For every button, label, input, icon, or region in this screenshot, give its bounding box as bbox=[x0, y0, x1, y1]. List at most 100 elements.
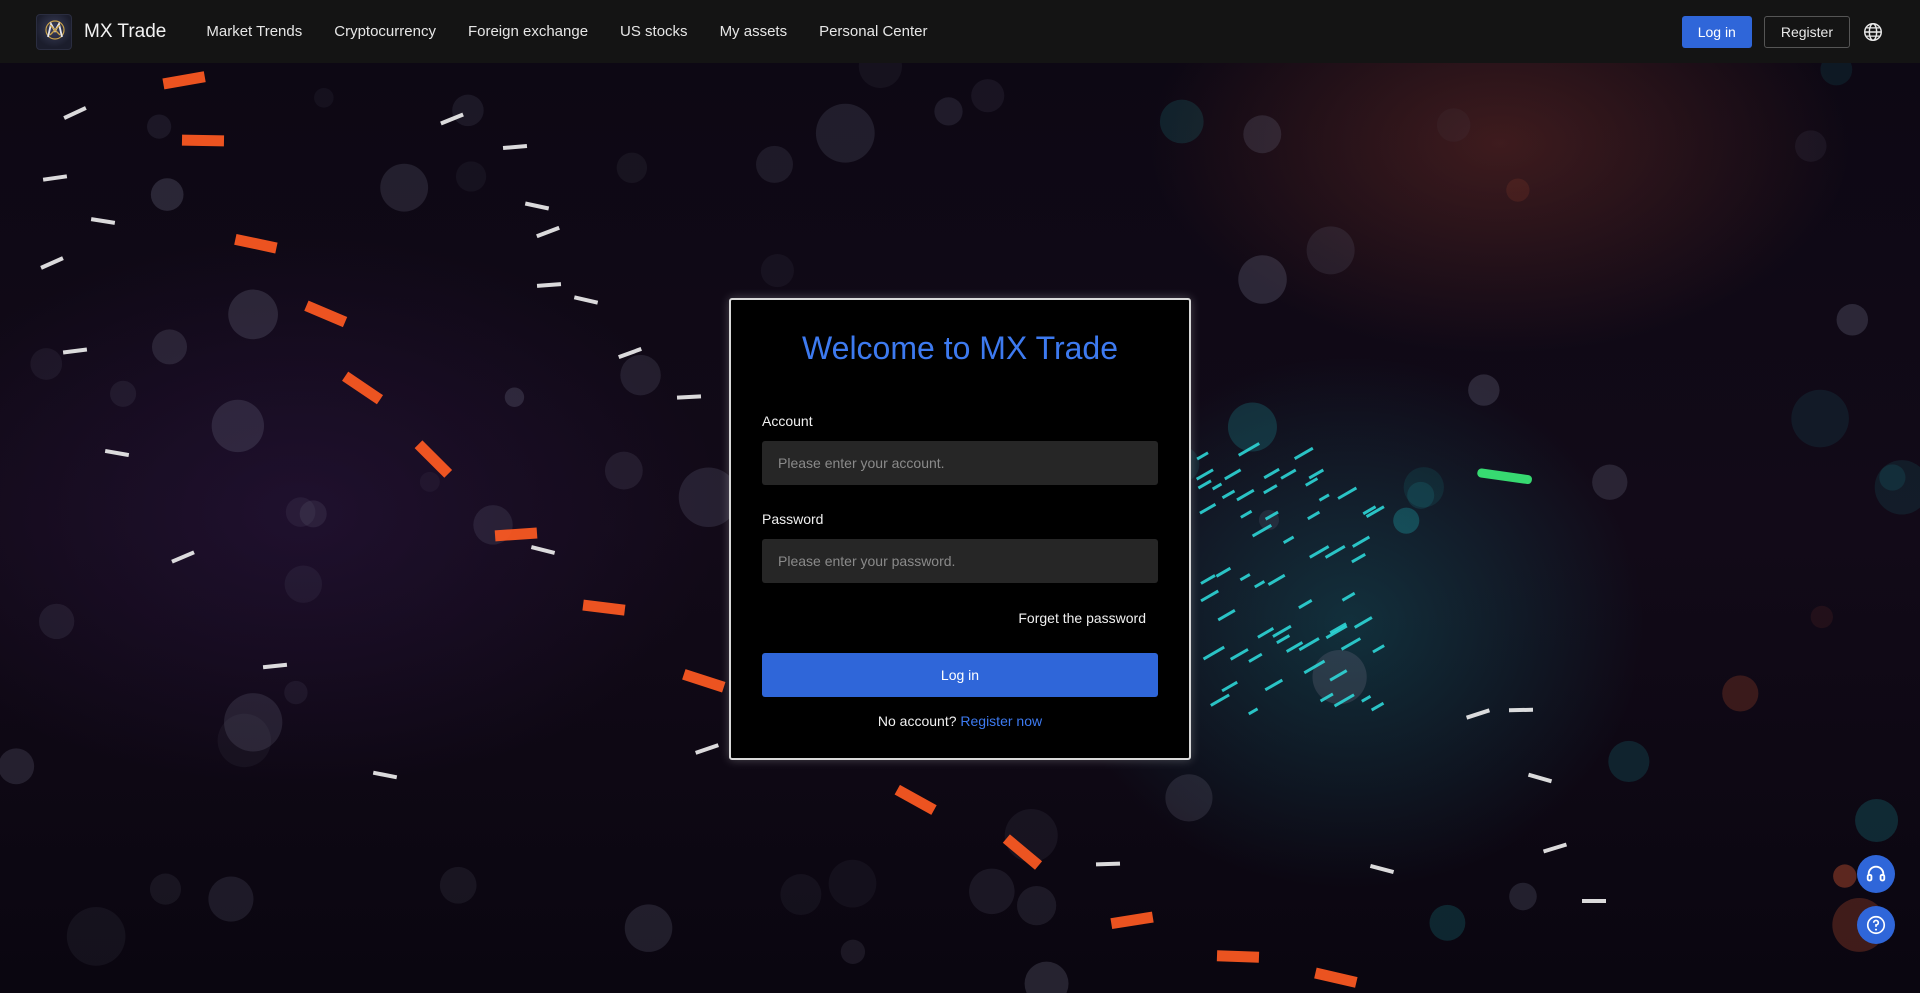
question-circle-icon bbox=[1866, 915, 1886, 935]
help-button[interactable] bbox=[1857, 906, 1895, 944]
background-particle bbox=[162, 71, 206, 90]
background-particle bbox=[894, 784, 937, 815]
background-particle bbox=[536, 282, 562, 288]
forget-password-link[interactable]: Forget the password bbox=[1018, 610, 1146, 626]
background-particle bbox=[342, 371, 384, 405]
background-particle bbox=[30, 348, 63, 380]
background-particle bbox=[524, 201, 550, 211]
background-particle bbox=[1341, 591, 1356, 602]
background-particle bbox=[1227, 402, 1277, 452]
nav-my-assets[interactable]: My assets bbox=[720, 23, 788, 40]
top-navigation-bar: MX Trade Market Trends Cryptocurrency Fo… bbox=[0, 0, 1920, 63]
nav-personal-center[interactable]: Personal Center bbox=[819, 23, 927, 40]
background-particle bbox=[1337, 486, 1358, 500]
background-particle bbox=[620, 354, 661, 396]
background-particle bbox=[1196, 451, 1209, 461]
background-particle bbox=[1239, 573, 1251, 582]
background-particle bbox=[40, 256, 64, 270]
background-particle bbox=[419, 471, 440, 492]
background-particle bbox=[211, 399, 265, 453]
background-particle bbox=[1527, 772, 1553, 784]
background-particle bbox=[1509, 882, 1537, 911]
background-particle bbox=[1216, 950, 1260, 963]
background-particle bbox=[109, 380, 137, 407]
background-particle bbox=[66, 907, 126, 966]
mx-logo-icon bbox=[45, 19, 65, 40]
background-particle bbox=[1506, 178, 1530, 202]
background-particle bbox=[285, 497, 316, 527]
background-particle bbox=[755, 145, 794, 183]
headset-icon bbox=[1866, 865, 1886, 882]
background-particle bbox=[1795, 130, 1827, 162]
background-particle bbox=[1372, 644, 1385, 654]
background-particle bbox=[151, 329, 188, 365]
background-particle bbox=[676, 394, 702, 400]
header-actions: Log in Register bbox=[1681, 15, 1884, 48]
nav-us-stocks[interactable]: US stocks bbox=[620, 23, 688, 40]
background-particle bbox=[181, 134, 225, 147]
background-particle bbox=[1215, 566, 1232, 578]
background-particle bbox=[1257, 627, 1275, 639]
background-particle bbox=[616, 152, 648, 184]
background-particle bbox=[934, 97, 963, 126]
background-particle bbox=[1024, 961, 1069, 993]
background-particle bbox=[455, 161, 487, 192]
background-particle bbox=[780, 874, 822, 916]
background-particle bbox=[1110, 911, 1154, 930]
background-particle bbox=[380, 163, 429, 212]
background-particle bbox=[1221, 489, 1236, 500]
nav-foreign-exchange[interactable]: Foreign exchange bbox=[468, 23, 588, 40]
background-particle bbox=[149, 873, 182, 905]
background-particle bbox=[1810, 605, 1833, 629]
background-particle bbox=[1282, 535, 1295, 544]
account-label: Account bbox=[762, 413, 813, 429]
background-particle bbox=[760, 254, 794, 288]
background-particle bbox=[1436, 108, 1471, 142]
background-particle bbox=[1833, 864, 1857, 888]
header-login-button[interactable]: Log in bbox=[1681, 15, 1752, 48]
password-input[interactable] bbox=[762, 539, 1158, 583]
background-particle bbox=[1263, 467, 1280, 480]
background-particle bbox=[1608, 740, 1650, 783]
background-particle bbox=[1836, 304, 1869, 336]
nav-cryptocurrency[interactable]: Cryptocurrency bbox=[334, 23, 436, 40]
background-particle bbox=[1243, 115, 1282, 154]
background-particle bbox=[1429, 904, 1466, 941]
background-particle bbox=[1312, 649, 1367, 705]
background-particle bbox=[1224, 468, 1242, 481]
background-particle bbox=[1199, 502, 1217, 515]
brand-name: MX Trade bbox=[84, 20, 167, 42]
background-particle bbox=[1248, 652, 1263, 663]
background-particle bbox=[1159, 99, 1204, 144]
background-particle bbox=[1477, 468, 1532, 485]
background-particle bbox=[1221, 680, 1238, 693]
brand[interactable]: MX Trade bbox=[36, 13, 167, 50]
brand-logo bbox=[36, 13, 72, 50]
background-particle bbox=[42, 174, 68, 182]
background-particle bbox=[1369, 863, 1395, 875]
background-particle bbox=[62, 347, 88, 355]
background-particle bbox=[1351, 535, 1371, 548]
account-input[interactable] bbox=[762, 441, 1158, 485]
background-particle bbox=[1304, 477, 1319, 487]
nav-market-trends[interactable]: Market Trends bbox=[206, 23, 302, 40]
background-particle bbox=[1407, 481, 1435, 509]
background-particle bbox=[504, 387, 525, 407]
background-particle bbox=[1791, 389, 1849, 448]
background-particle bbox=[604, 451, 643, 490]
globe-icon[interactable] bbox=[1862, 21, 1884, 43]
background-particle bbox=[1200, 574, 1216, 585]
login-submit-button[interactable]: Log in bbox=[762, 653, 1158, 697]
background-particle bbox=[208, 876, 254, 922]
background-particle bbox=[414, 440, 453, 478]
background-particle bbox=[0, 748, 35, 785]
background-particle bbox=[582, 599, 626, 616]
header-register-button[interactable]: Register bbox=[1763, 15, 1850, 48]
background-particle bbox=[1197, 479, 1212, 490]
customer-support-button[interactable] bbox=[1857, 855, 1895, 893]
background-particle bbox=[815, 103, 875, 163]
register-now-link[interactable]: Register now bbox=[960, 713, 1042, 729]
background-particle bbox=[624, 904, 673, 952]
background-particle bbox=[224, 693, 283, 752]
background-particle bbox=[228, 289, 278, 340]
